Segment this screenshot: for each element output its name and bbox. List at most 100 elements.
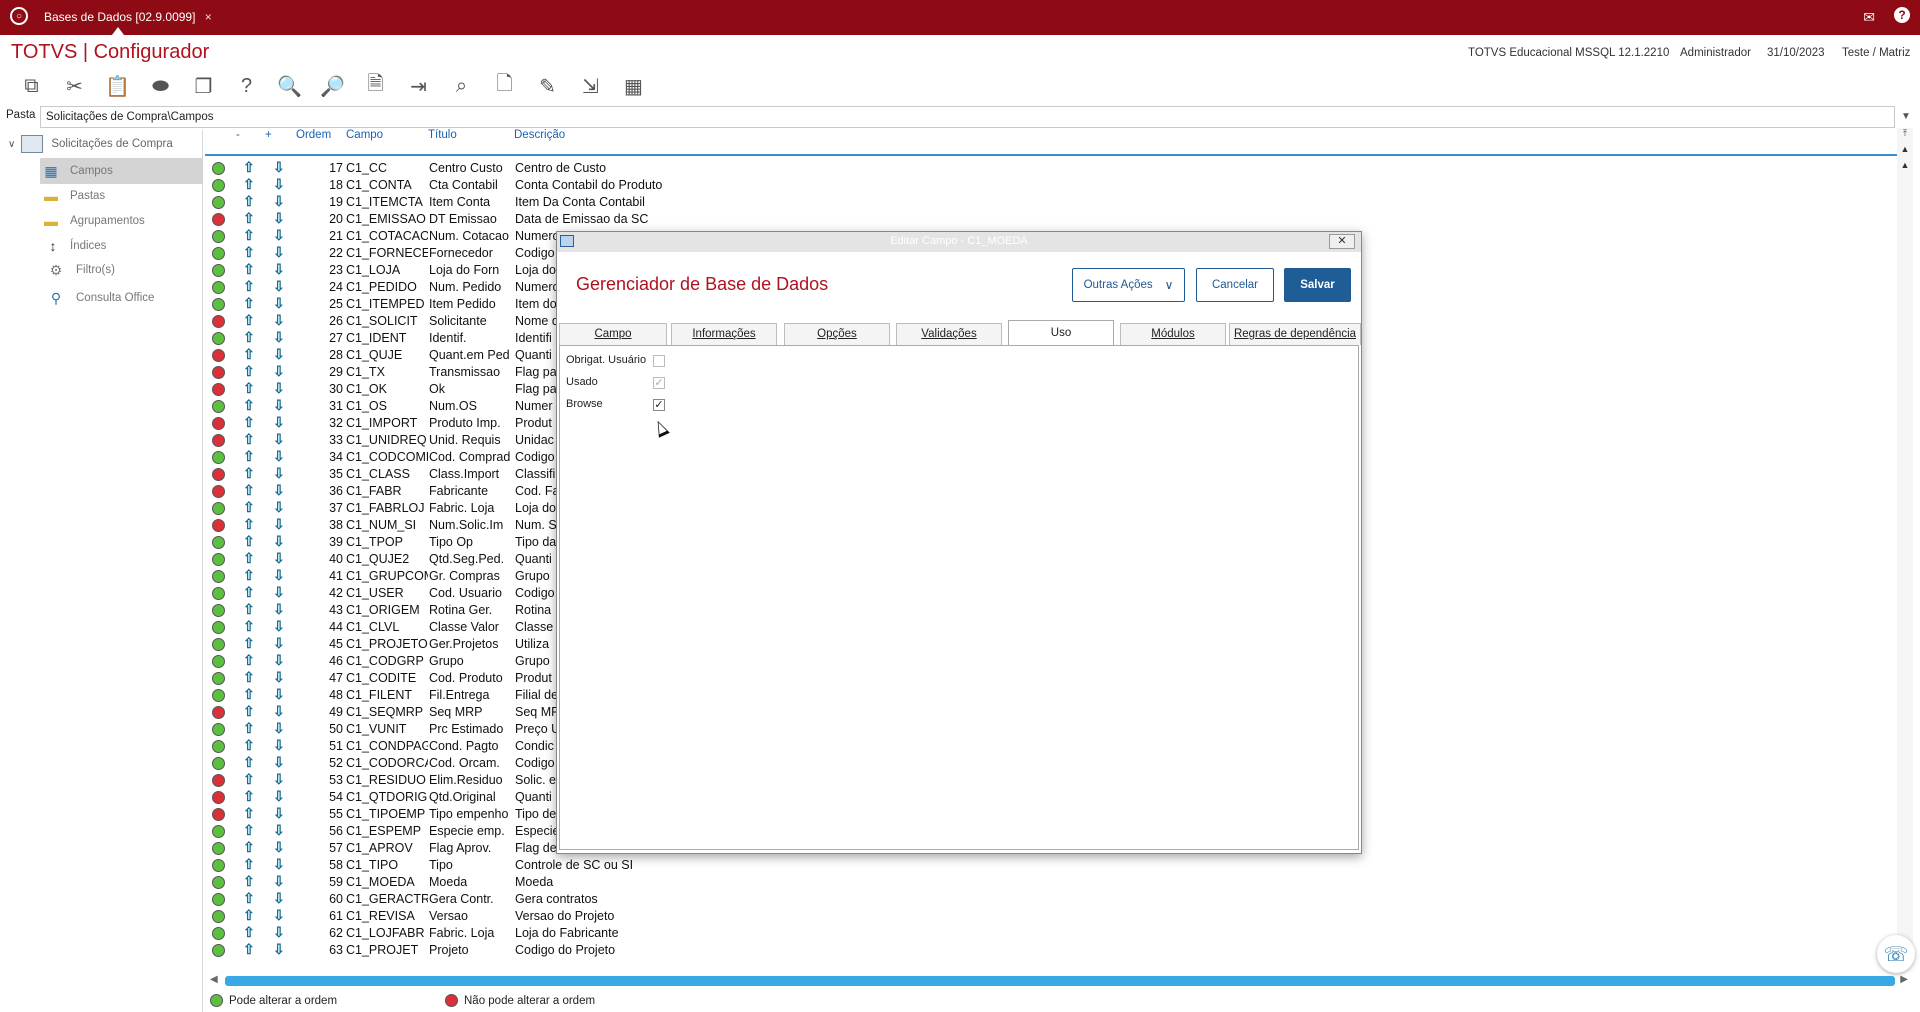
chevron-down-icon[interactable]: ∨ bbox=[8, 139, 15, 150]
move-down-icon[interactable]: ⇩ bbox=[273, 482, 285, 499]
move-up-icon[interactable]: ⇧ bbox=[243, 159, 255, 176]
move-up-icon[interactable]: ⇧ bbox=[243, 635, 255, 652]
move-up-icon[interactable]: ⇧ bbox=[243, 499, 255, 516]
move-up-icon[interactable]: ⇧ bbox=[243, 618, 255, 635]
move-up-icon[interactable]: ⇧ bbox=[243, 856, 255, 873]
copy-icon[interactable]: ⧉ bbox=[10, 70, 53, 102]
table-row[interactable]: ⇧ ⇩ 17 C1_CC Centro Custo Centro de Custo bbox=[205, 159, 1898, 177]
move-up-icon[interactable]: ⇧ bbox=[243, 907, 255, 924]
edit-icon[interactable]: ✎ bbox=[526, 70, 569, 102]
tree-item-agrupamentos[interactable]: ▬ Agrupamentos bbox=[40, 208, 203, 234]
move-up-icon[interactable]: ⇧ bbox=[243, 567, 255, 584]
scroll-page-up-icon[interactable]: ▲ bbox=[1897, 160, 1913, 176]
tree-item-filtros[interactable]: ⚙ Filtro(s) bbox=[44, 257, 207, 283]
move-down-icon[interactable]: ⇩ bbox=[273, 907, 285, 924]
move-up-icon[interactable]: ⇧ bbox=[243, 924, 255, 941]
multi-copy-icon[interactable]: ❐ bbox=[182, 70, 225, 102]
move-up-icon[interactable]: ⇧ bbox=[243, 193, 255, 210]
move-up-icon[interactable]: ⇧ bbox=[243, 720, 255, 737]
move-up-icon[interactable]: ⇧ bbox=[243, 941, 255, 958]
tab-informacoes[interactable]: Informações bbox=[671, 323, 777, 345]
header-ordem[interactable]: Ordem bbox=[296, 129, 331, 141]
tree-root[interactable]: ∨ Solicitações de Compra bbox=[8, 135, 173, 153]
move-up-icon[interactable]: ⇧ bbox=[243, 686, 255, 703]
move-down-icon[interactable]: ⇩ bbox=[273, 635, 285, 652]
move-up-icon[interactable]: ⇧ bbox=[243, 822, 255, 839]
move-up-icon[interactable]: ⇧ bbox=[243, 397, 255, 414]
move-down-icon[interactable]: ⇩ bbox=[273, 720, 285, 737]
move-up-icon[interactable]: ⇧ bbox=[243, 601, 255, 618]
help-icon[interactable]: ? bbox=[1894, 7, 1910, 23]
path-field[interactable]: Solicitações de Compra\Campos bbox=[40, 106, 1895, 128]
scroll-left-icon[interactable]: ◀ bbox=[210, 974, 218, 985]
tab-campo[interactable]: Campo bbox=[559, 323, 667, 345]
move-down-icon[interactable]: ⇩ bbox=[273, 363, 285, 380]
move-up-icon[interactable]: ⇧ bbox=[243, 584, 255, 601]
scroll-top-icon[interactable]: ⤒ bbox=[1897, 128, 1913, 144]
move-up-icon[interactable]: ⇧ bbox=[243, 295, 255, 312]
tree-item-consulta-office[interactable]: ⚲ Consulta Office bbox=[44, 285, 207, 311]
move-down-icon[interactable]: ⇩ bbox=[273, 431, 285, 448]
move-down-icon[interactable]: ⇩ bbox=[273, 397, 285, 414]
move-up-icon[interactable]: ⇧ bbox=[243, 788, 255, 805]
move-up-icon[interactable]: ⇧ bbox=[243, 346, 255, 363]
move-down-icon[interactable]: ⇩ bbox=[273, 533, 285, 550]
tree-item-campos[interactable]: ▦ Campos bbox=[40, 158, 203, 184]
move-up-icon[interactable]: ⇧ bbox=[243, 482, 255, 499]
move-down-icon[interactable]: ⇩ bbox=[273, 567, 285, 584]
move-up-icon[interactable]: ⇧ bbox=[243, 890, 255, 907]
move-down-icon[interactable]: ⇩ bbox=[273, 873, 285, 890]
calendar-icon[interactable]: ▦ bbox=[612, 70, 655, 102]
move-down-icon[interactable]: ⇩ bbox=[273, 584, 285, 601]
move-down-icon[interactable]: ⇩ bbox=[273, 278, 285, 295]
move-down-icon[interactable]: ⇩ bbox=[273, 414, 285, 431]
move-down-icon[interactable]: ⇩ bbox=[273, 856, 285, 873]
move-up-icon[interactable]: ⇧ bbox=[243, 261, 255, 278]
move-down-icon[interactable]: ⇩ bbox=[273, 261, 285, 278]
database-icon[interactable]: ⬬ bbox=[139, 70, 182, 102]
move-down-icon[interactable]: ⇩ bbox=[273, 176, 285, 193]
paste-icon[interactable]: 📋 bbox=[96, 70, 139, 102]
move-down-icon[interactable]: ⇩ bbox=[273, 210, 285, 227]
move-down-icon[interactable]: ⇩ bbox=[273, 516, 285, 533]
move-up-icon[interactable]: ⇧ bbox=[243, 754, 255, 771]
tab-validacoes[interactable]: Validações bbox=[896, 323, 1002, 345]
tree-item-indices[interactable]: ↕ Índices bbox=[44, 233, 207, 259]
move-down-icon[interactable]: ⇩ bbox=[273, 686, 285, 703]
move-down-icon[interactable]: ⇩ bbox=[273, 839, 285, 856]
move-up-icon[interactable]: ⇧ bbox=[243, 839, 255, 856]
move-down-icon[interactable]: ⇩ bbox=[273, 703, 285, 720]
move-up-icon[interactable]: ⇧ bbox=[243, 465, 255, 482]
cancel-button[interactable]: Cancelar bbox=[1196, 268, 1274, 302]
move-down-icon[interactable]: ⇩ bbox=[273, 618, 285, 635]
cut-icon[interactable]: ✂ bbox=[53, 70, 96, 102]
move-up-icon[interactable]: ⇧ bbox=[243, 737, 255, 754]
move-down-icon[interactable]: ⇩ bbox=[273, 329, 285, 346]
move-down-icon[interactable]: ⇩ bbox=[273, 193, 285, 210]
scroll-thumb[interactable] bbox=[225, 976, 1895, 986]
move-down-icon[interactable]: ⇩ bbox=[273, 822, 285, 839]
move-up-icon[interactable]: ⇧ bbox=[243, 363, 255, 380]
move-up-icon[interactable]: ⇧ bbox=[243, 329, 255, 346]
tab-close-icon[interactable]: × bbox=[205, 10, 212, 24]
search-next-icon[interactable]: 🔎 bbox=[311, 70, 354, 102]
search-icon[interactable]: 🔍 bbox=[268, 70, 311, 102]
move-down-icon[interactable]: ⇩ bbox=[273, 499, 285, 516]
move-down-icon[interactable]: ⇩ bbox=[273, 295, 285, 312]
header-titulo[interactable]: Título bbox=[428, 129, 457, 141]
move-down-icon[interactable]: ⇩ bbox=[273, 159, 285, 176]
move-up-icon[interactable]: ⇧ bbox=[243, 652, 255, 669]
move-up-icon[interactable]: ⇧ bbox=[243, 312, 255, 329]
move-down-icon[interactable]: ⇩ bbox=[273, 448, 285, 465]
horizontal-scrollbar[interactable]: ◀ ▶ bbox=[205, 973, 1913, 989]
move-down-icon[interactable]: ⇩ bbox=[273, 924, 285, 941]
move-up-icon[interactable]: ⇧ bbox=[243, 278, 255, 295]
move-up-icon[interactable]: ⇧ bbox=[243, 244, 255, 261]
table-row[interactable]: ⇧ ⇩ 19 C1_ITEMCTA Item Conta Item Da Conta Co… bbox=[205, 193, 1898, 211]
save-button[interactable]: Salvar bbox=[1284, 268, 1351, 302]
move-down-icon[interactable]: ⇩ bbox=[273, 890, 285, 907]
header-minus[interactable]: - bbox=[236, 129, 240, 141]
table-row[interactable]: ⇧ ⇩ 18 C1_CONTA Cta Contabil Conta Contabil d… bbox=[205, 176, 1898, 194]
move-down-icon[interactable]: ⇩ bbox=[273, 601, 285, 618]
chat-support-icon[interactable]: ☏ bbox=[1877, 935, 1915, 973]
